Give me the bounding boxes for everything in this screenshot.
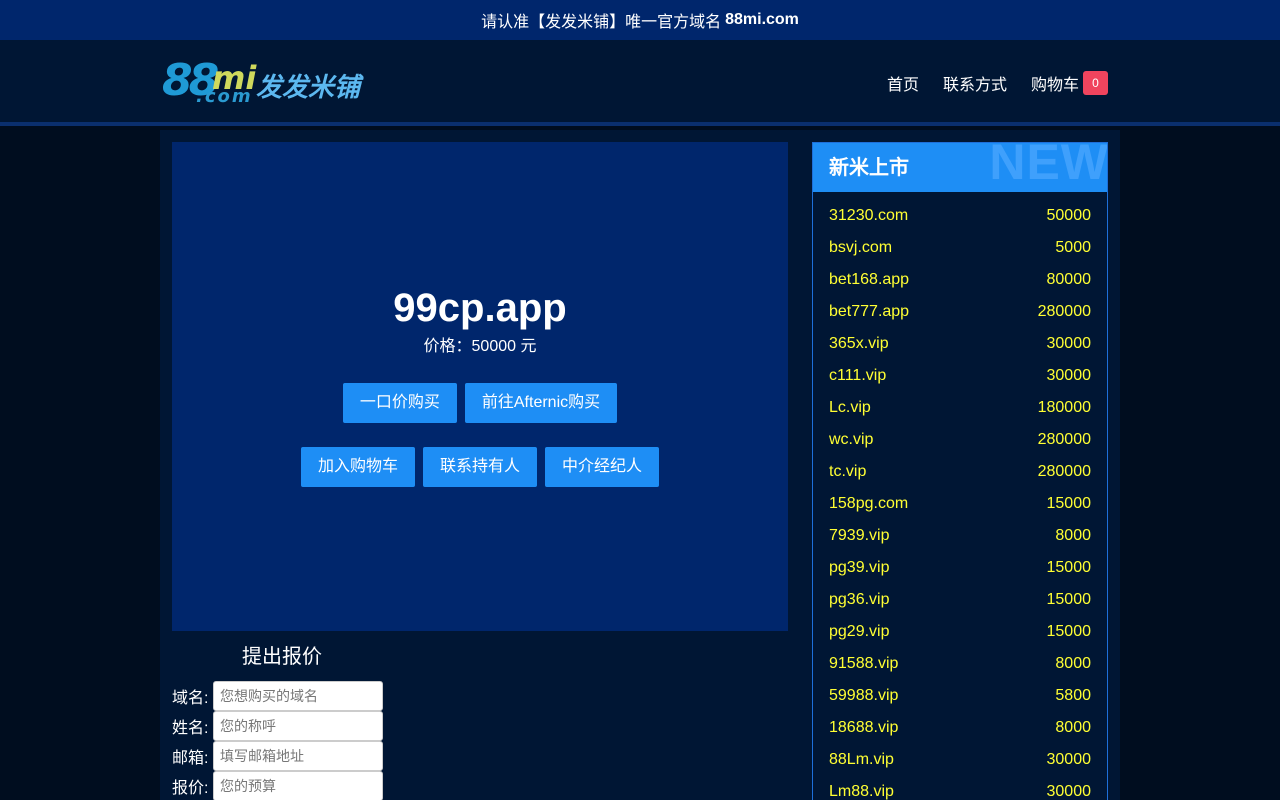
notice-text: 请认准【发发米铺】唯一官方域名 <box>481 14 722 31</box>
list-item-price: 8000 <box>1055 719 1091 736</box>
list-item[interactable]: 18688.vip 8000 <box>813 712 1107 744</box>
list-item[interactable]: 7939.vip 8000 <box>813 520 1107 552</box>
list-item-domain: 31230.com <box>829 207 909 224</box>
list-item-domain: bsvj.com <box>829 239 893 256</box>
list-item-domain: 59988.vip <box>829 687 899 704</box>
list-item[interactable]: pg36.vip 15000 <box>813 584 1107 616</box>
list-item-price: 30000 <box>1046 751 1092 768</box>
list-item[interactable]: wc.vip 280000 <box>813 424 1107 456</box>
list-item[interactable]: Lc.vip 180000 <box>813 392 1107 424</box>
list-item[interactable]: c111.vip 30000 <box>813 360 1107 392</box>
offer-domain-label: 域名: <box>172 690 209 707</box>
list-item-price: 180000 <box>1037 399 1091 416</box>
domain-title: 99cp.app <box>393 286 567 330</box>
domain-hero-panel: 99cp.app 价格：50000 元 一口价购买 前往Afternic购买 加… <box>172 142 788 631</box>
main-content: 99cp.app 价格：50000 元 一口价购买 前往Afternic购买 加… <box>160 130 1120 800</box>
offer-budget-label: 报价: <box>172 780 209 797</box>
list-item-domain: tc.vip <box>829 463 867 480</box>
logo-brand-name: 发发米铺 <box>256 73 361 103</box>
primary-action-row: 一口价购买 前往Afternic购买 <box>172 383 788 423</box>
afternic-buy-button[interactable]: 前往Afternic购买 <box>464 383 618 423</box>
list-item-domain: pg29.vip <box>829 623 890 640</box>
list-item-price: 280000 <box>1037 431 1091 448</box>
list-item[interactable]: bsvj.com 5000 <box>813 232 1107 264</box>
list-item-price: 50000 <box>1046 207 1092 224</box>
cart-count-badge: 0 <box>1083 71 1108 95</box>
sidebar-title: 新米上市 <box>829 157 909 179</box>
offer-name-row: 姓名: <box>172 711 383 741</box>
list-item-domain: pg36.vip <box>829 591 890 608</box>
nav-home[interactable]: 首页 <box>887 71 919 95</box>
list-item[interactable]: 158pg.com 15000 <box>813 488 1107 520</box>
list-item-domain: wc.vip <box>829 431 874 448</box>
sidebar-header: NEW 新米上市 <box>813 143 1107 192</box>
list-item-price: 30000 <box>1046 367 1092 384</box>
list-item-domain: Lc.vip <box>829 399 871 416</box>
list-item-domain: 158pg.com <box>829 495 909 512</box>
secondary-action-row: 加入购物车 联系持有人 中介经纪人 <box>172 447 788 487</box>
list-item-domain: c111.vip <box>829 367 887 384</box>
list-item-price: 80000 <box>1046 271 1092 288</box>
offer-form-title: 提出报价 <box>242 646 322 668</box>
list-item[interactable]: bet777.app 280000 <box>813 296 1107 328</box>
list-item[interactable]: 91588.vip 8000 <box>813 648 1107 680</box>
offer-email-label: 邮箱: <box>172 750 209 767</box>
logo-com: .com <box>196 86 253 107</box>
list-item-domain: 7939.vip <box>829 527 890 544</box>
site-logo[interactable]: 88 mi .com 发发米铺 <box>162 56 362 110</box>
new-domains-sidebar: NEW 新米上市 31230.com 50000 bsvj.com 5000 bet… <box>812 142 1108 800</box>
list-item[interactable]: tc.vip 280000 <box>813 456 1107 488</box>
offer-budget-row: 报价: <box>172 771 383 800</box>
list-item[interactable]: 59988.vip 5800 <box>813 680 1107 712</box>
list-item[interactable]: pg39.vip 15000 <box>813 552 1107 584</box>
site-header: 88 mi .com 发发米铺 首页 联系方式 购物车 0 <box>0 40 1280 126</box>
list-item-price: 30000 <box>1046 783 1092 800</box>
list-item-price: 15000 <box>1046 591 1092 608</box>
official-domain: 88mi.com <box>725 11 799 28</box>
offer-name-input[interactable] <box>213 711 383 741</box>
list-item-domain: 91588.vip <box>829 655 899 672</box>
offer-domain-row: 域名: <box>172 681 383 711</box>
new-watermark: NEW <box>989 143 1107 190</box>
nav-contact[interactable]: 联系方式 <box>943 71 1007 95</box>
list-item-domain: 18688.vip <box>829 719 899 736</box>
list-item-domain: pg39.vip <box>829 559 890 576</box>
nav-cart[interactable]: 购物车 0 <box>1031 71 1108 95</box>
list-item-price: 280000 <box>1037 303 1091 320</box>
list-item-price: 5000 <box>1055 239 1091 256</box>
domain-price: 价格：50000 元 <box>423 338 537 355</box>
offer-email-input[interactable] <box>213 741 383 771</box>
broker-button[interactable]: 中介经纪人 <box>545 447 660 487</box>
offer-email-row: 邮箱: <box>172 741 383 771</box>
list-item-price: 15000 <box>1046 495 1092 512</box>
buy-now-button[interactable]: 一口价购买 <box>342 383 457 423</box>
list-item[interactable]: bet168.app 80000 <box>813 264 1107 296</box>
list-item-price: 15000 <box>1046 559 1092 576</box>
list-item-domain: bet168.app <box>829 271 910 288</box>
nav-cart-label: 购物车 <box>1030 77 1079 94</box>
top-notice-bar: 请认准【发发米铺】唯一官方域名 88mi.com <box>0 0 1280 40</box>
list-item-domain: 365x.vip <box>829 335 889 352</box>
list-item[interactable]: 31230.com 50000 <box>813 200 1107 232</box>
list-item[interactable]: Lm88.vip 30000 <box>813 776 1107 800</box>
list-item-domain: Lm88.vip <box>829 783 894 800</box>
list-item-price: 5800 <box>1055 687 1091 704</box>
list-item[interactable]: 88Lm.vip 30000 <box>813 744 1107 776</box>
list-item-price: 8000 <box>1055 655 1091 672</box>
list-item-price: 8000 <box>1055 527 1091 544</box>
list-item-domain: 88Lm.vip <box>829 751 894 768</box>
list-item-price: 30000 <box>1046 335 1092 352</box>
new-domains-list: 31230.com 50000 bsvj.com 5000 bet168.app 80… <box>813 192 1107 800</box>
offer-name-label: 姓名: <box>172 720 209 737</box>
list-item[interactable]: 365x.vip 30000 <box>813 328 1107 360</box>
list-item-domain: bet777.app <box>829 303 910 320</box>
add-to-cart-button[interactable]: 加入购物车 <box>300 447 415 487</box>
list-item[interactable]: pg29.vip 15000 <box>813 616 1107 648</box>
list-item-price: 15000 <box>1046 623 1092 640</box>
list-item-price: 280000 <box>1037 463 1091 480</box>
contact-owner-button[interactable]: 联系持有人 <box>422 447 537 487</box>
offer-budget-input[interactable] <box>213 771 383 800</box>
offer-domain-input[interactable] <box>213 681 383 711</box>
main-nav: 首页 联系方式 购物车 0 <box>887 71 1108 95</box>
